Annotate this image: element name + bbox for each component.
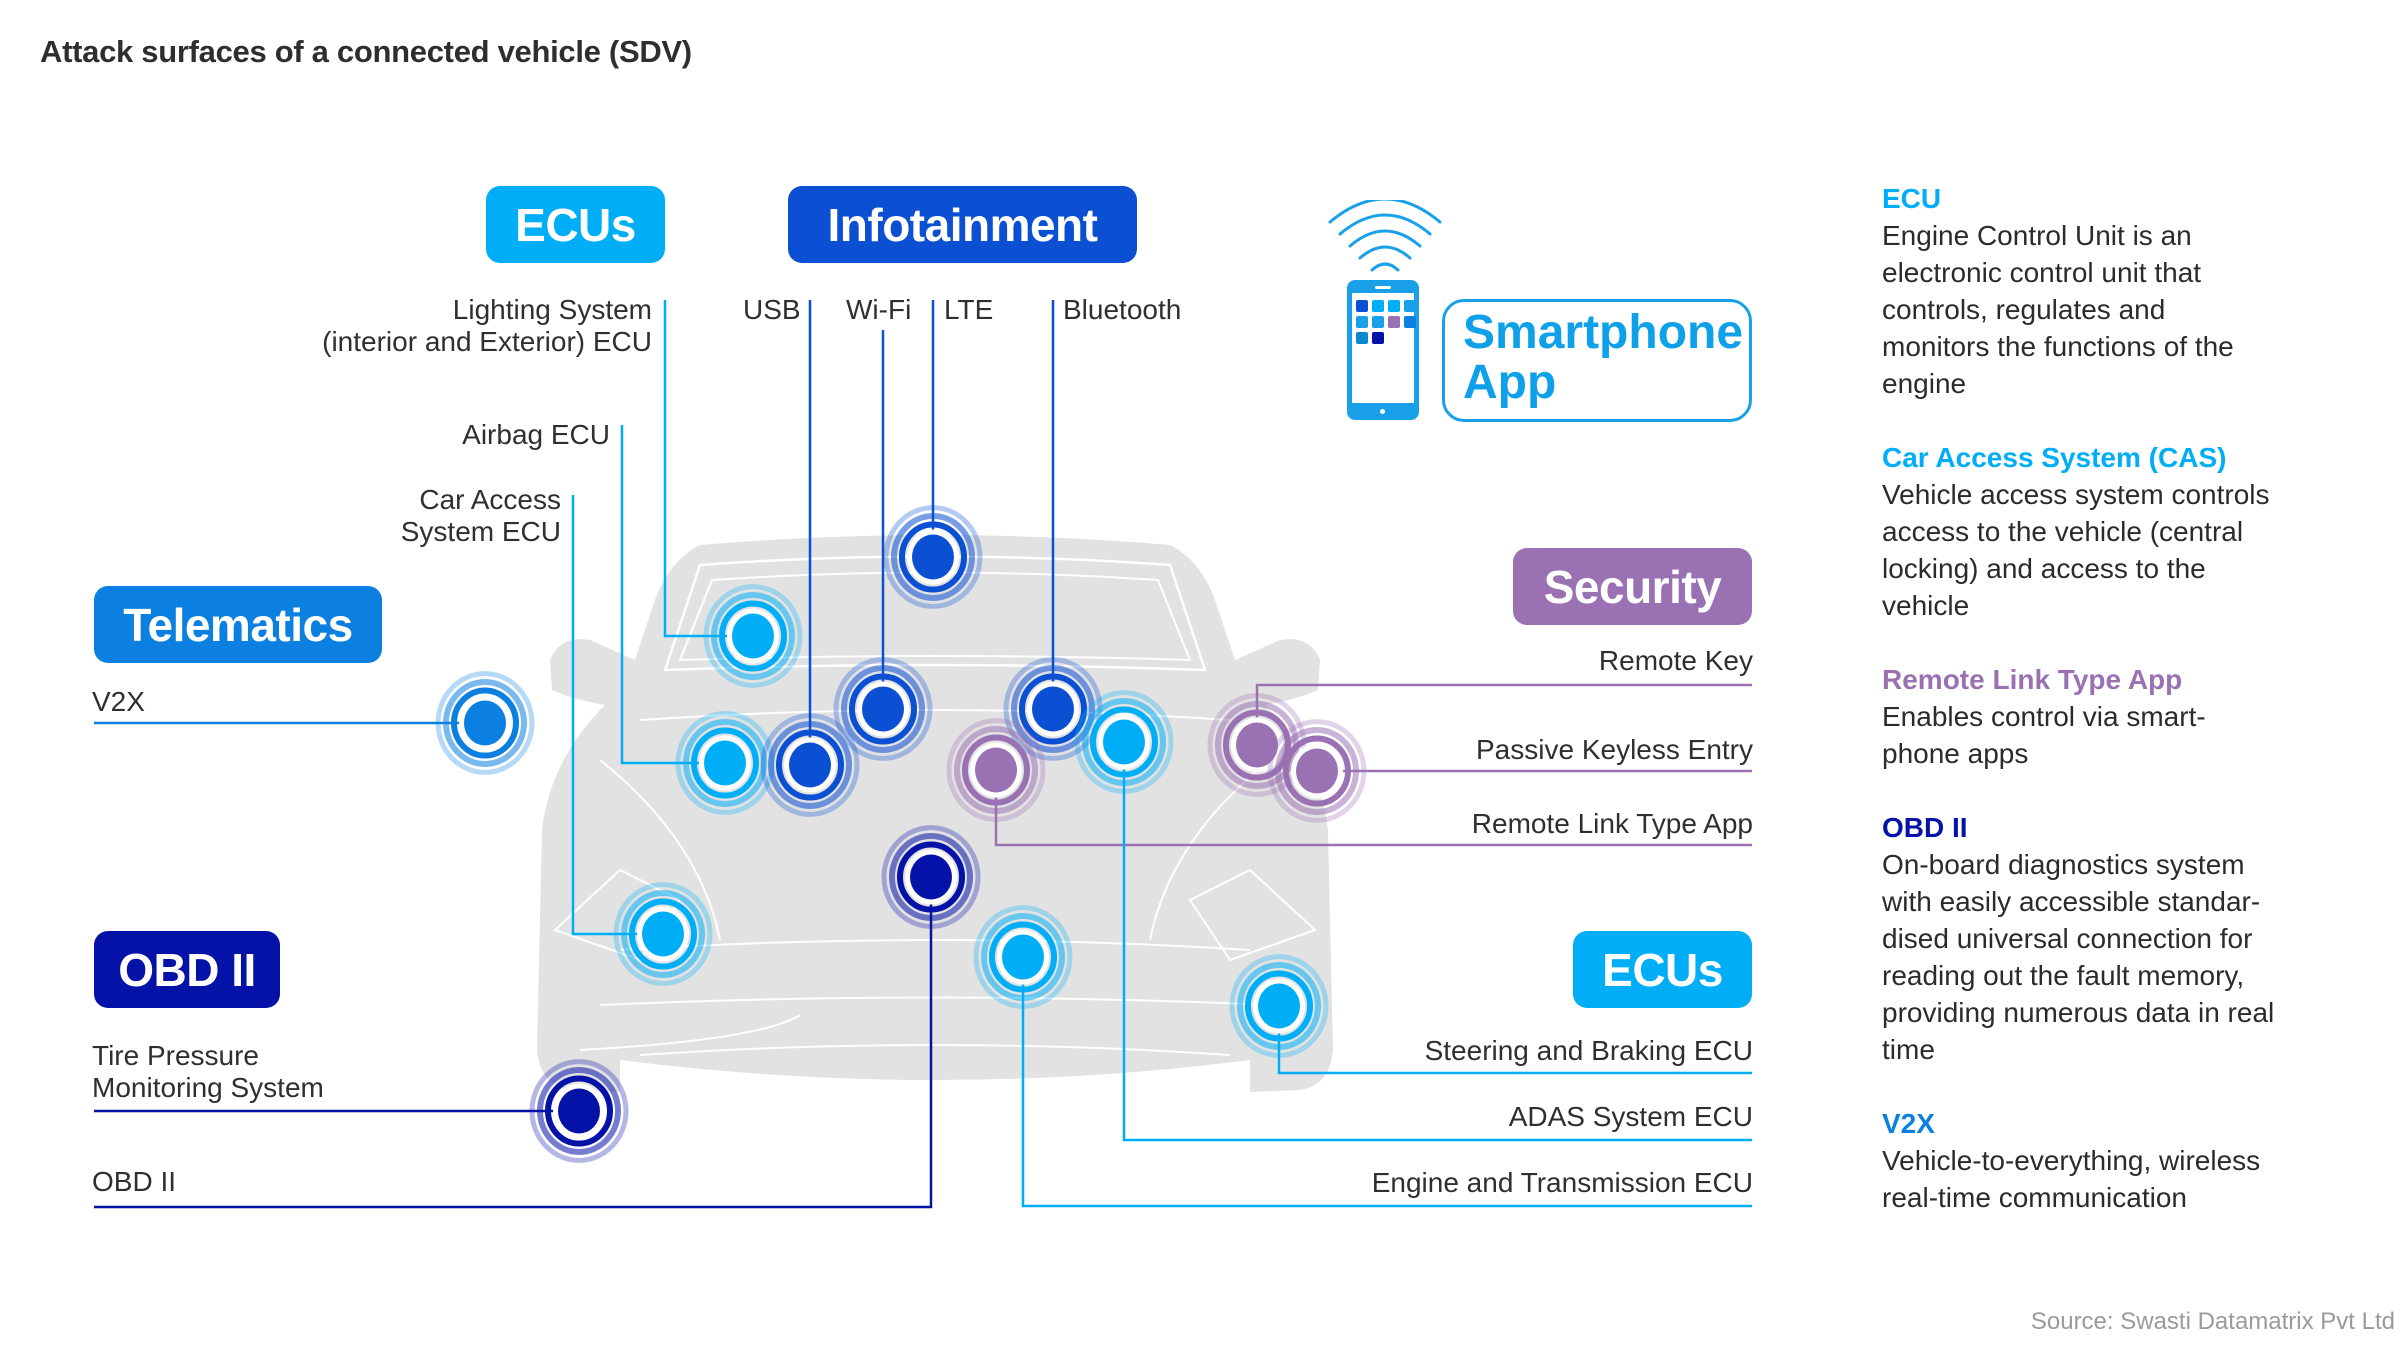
label-airbag: Airbag ECU	[462, 419, 610, 450]
category-badge-ecus-top: ECUs	[486, 186, 665, 263]
marker-car_access[interactable]	[613, 882, 713, 986]
marker-obd[interactable]	[881, 825, 981, 929]
label-adas: ADAS System ECU	[1508, 1101, 1753, 1132]
source-note: Source: Swasti Datamatrix Pvt Ltd	[2030, 1308, 2395, 1335]
marker-dot	[862, 686, 904, 732]
legend-text: Vehicle access system controls access to…	[1882, 479, 2270, 621]
legend-text: Engine Control Unit is an electronic con…	[1882, 220, 2234, 399]
category-badge-ecus-right: ECUs	[1573, 931, 1752, 1008]
app-tile-icon	[1356, 300, 1368, 312]
smartphone-wifi-icon	[1328, 200, 1442, 272]
app-tile-icon	[1372, 300, 1384, 312]
marker-dot	[464, 700, 506, 746]
marker-v2x[interactable]	[435, 671, 535, 775]
legend-heading: V2X	[1882, 1108, 1935, 1139]
marker-wifi[interactable]	[833, 657, 933, 761]
label-lighting: Lighting System (interior and Exterior) …	[322, 294, 652, 357]
marker-dot	[558, 1088, 600, 1134]
legend-text: Vehicle-to-everything, wireless real-tim…	[1882, 1145, 2261, 1213]
label-bluetooth: Bluetooth	[1063, 294, 1182, 325]
label-steering: Steering and Braking ECU	[1424, 1035, 1753, 1066]
marker-airbag[interactable]	[675, 711, 775, 815]
app-tile-icon	[1404, 316, 1416, 328]
legend-item-v2x: V2X Vehicle-to-everything, wireless real…	[1882, 1106, 2382, 1216]
legend-item-cas: Car Access System (CAS) Vehicle access s…	[1882, 440, 2382, 624]
label-wifi: Wi-Fi	[846, 294, 912, 325]
label-v2x: V2X	[92, 686, 145, 717]
app-tile-icon	[1356, 332, 1368, 344]
marker-dot	[1103, 719, 1145, 765]
marker-engine[interactable]	[973, 905, 1073, 1009]
label-remote-key: Remote Key	[1598, 645, 1753, 676]
app-tile-icon	[1372, 316, 1384, 328]
legend-heading: Remote Link Type App	[1882, 664, 2183, 695]
legend-text: Enables control via smart-phone apps	[1882, 701, 2206, 769]
marker-rlta[interactable]	[946, 718, 1046, 822]
legend-heading: Car Access System (CAS)	[1882, 442, 2227, 473]
app-tile-icon	[1388, 316, 1400, 328]
app-tile-icon	[1372, 332, 1384, 344]
category-badge-telematics: Telematics	[94, 586, 382, 663]
legend-text: On-board diagnostics system with easily …	[1882, 849, 2275, 1065]
smartphone-app-badge: Smartphone App	[1442, 299, 1752, 422]
marker-dot	[642, 911, 684, 957]
marker-dot	[1032, 686, 1074, 732]
label-car-access: Car Access System ECU	[400, 484, 561, 547]
marker-lte[interactable]	[883, 505, 983, 609]
legend-item-obd: OBD II On-board diagnostics system with …	[1882, 810, 2382, 1068]
label-obd: OBD II	[92, 1166, 177, 1197]
marker-dot	[704, 740, 746, 786]
label-pke: Passive Keyless Entry	[1476, 734, 1753, 765]
car-silhouette	[537, 535, 1333, 1092]
category-badge-security: Security	[1513, 548, 1752, 625]
smartphone-app-line1: Smartphone	[1463, 306, 1744, 359]
marker-dot	[1258, 983, 1300, 1029]
label-engine: Engine and Transmission ECU	[1371, 1167, 1753, 1198]
app-tile-icon	[1356, 316, 1368, 328]
marker-dot	[789, 742, 831, 788]
marker-adas[interactable]	[1074, 690, 1174, 794]
category-badge-infotainment: Infotainment	[788, 186, 1137, 263]
marker-lighting[interactable]	[703, 584, 803, 688]
marker-dot	[912, 534, 954, 580]
app-tile-icon	[1388, 300, 1400, 312]
marker-steering[interactable]	[1229, 954, 1329, 1058]
smartphone-app-line2: App	[1463, 356, 1557, 409]
marker-tpms[interactable]	[529, 1059, 629, 1163]
legend-item-rlta: Remote Link Type App Enables control via…	[1882, 662, 2382, 772]
legend-heading: ECU	[1882, 183, 1942, 214]
marker-dot	[732, 613, 774, 659]
label-rlta: Remote Link Type App	[1471, 808, 1753, 839]
label-usb: USB	[743, 294, 801, 325]
category-badge-obd: OBD II	[94, 931, 280, 1008]
marker-dot	[910, 854, 952, 900]
smartphone-icon	[1347, 280, 1419, 420]
legend-panel: ECU Engine Control Unit is an electronic…	[1882, 181, 2382, 1254]
label-tpms: Tire Pressure Monitoring System	[92, 1040, 324, 1103]
marker-dot	[1002, 934, 1044, 980]
legend-heading: OBD II	[1882, 812, 1968, 843]
marker-dot	[975, 747, 1017, 793]
legend-item-ecu: ECU Engine Control Unit is an electronic…	[1882, 181, 2382, 402]
marker-pke[interactable]	[1267, 719, 1367, 823]
app-tile-icon	[1404, 300, 1416, 312]
marker-dot	[1296, 748, 1338, 794]
label-lte: LTE	[944, 294, 994, 325]
